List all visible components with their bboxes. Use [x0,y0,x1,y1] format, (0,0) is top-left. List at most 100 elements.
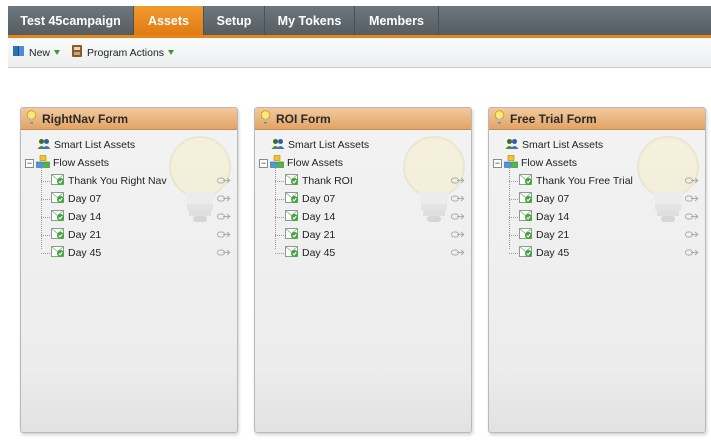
lightbulb-icon [260,110,271,127]
tree-node-label: Smart List Assets [288,139,370,151]
card-title: ROI Form [276,111,331,126]
email-check-icon [285,173,299,189]
flow-asset-item[interactable]: Day 21 [489,226,705,244]
program-actions-icon [70,44,84,61]
asset-card-0: RightNav Form Smart List Assets − Flow Ass… [20,107,238,433]
book-icon [12,44,26,61]
flow-asset-label: Day 07 [68,193,102,205]
tree-node-label: Smart List Assets [54,139,136,151]
flow-asset-label: Day 21 [536,229,570,241]
smart-list-assets-node[interactable]: Smart List Assets [21,136,237,154]
email-check-icon [285,209,299,225]
tab-setup[interactable]: Setup [204,6,265,35]
flow-asset-item[interactable]: Day 14 [489,208,705,226]
tab-assets[interactable]: Assets [134,6,204,35]
link-arrow-icon[interactable] [685,248,699,260]
link-arrow-icon[interactable] [451,194,465,206]
tab-my-tokens[interactable]: My Tokens [265,6,355,35]
people-icon [271,138,285,153]
tree-branch [509,199,518,200]
card-title: RightNav Form [42,111,129,126]
tree-branch [509,181,518,182]
tree-branch [41,253,50,254]
flow-asset-item[interactable]: Day 45 [255,244,471,262]
tree-branch [509,253,518,254]
link-arrow-icon[interactable] [451,248,465,260]
new-label: New [29,46,51,59]
card-header[interactable]: Free Trial Form [489,108,705,130]
flow-asset-item[interactable]: Thank You Right Nav [21,172,237,190]
flow-asset-label: Thank You Free Trial [536,175,633,187]
tree-branch [41,217,50,218]
link-arrow-icon[interactable] [217,194,231,206]
flow-asset-label: Day 14 [302,211,336,223]
tab-bar-filler [439,6,711,35]
link-arrow-icon[interactable] [217,212,231,224]
flow-asset-label: Day 07 [536,193,570,205]
flow-asset-item[interactable]: Day 07 [489,190,705,208]
tree-branch [509,235,518,236]
tree-branch [41,199,50,200]
flow-asset-item[interactable]: Day 07 [255,190,471,208]
flow-asset-item[interactable]: Thank You Free Trial [489,172,705,190]
link-arrow-icon[interactable] [685,212,699,224]
tree-branch [275,253,284,254]
flow-asset-label: Day 14 [536,211,570,223]
link-arrow-icon[interactable] [451,212,465,224]
flow-asset-item[interactable]: Thank ROI [255,172,471,190]
link-arrow-icon[interactable] [451,230,465,242]
smart-list-assets-node[interactable]: Smart List Assets [255,136,471,154]
email-check-icon [519,209,533,225]
tab-members[interactable]: Members [355,6,439,35]
flow-assets-icon [36,155,50,171]
flow-assets-node[interactable]: − Flow Assets [489,154,705,172]
email-check-icon [519,245,533,261]
flow-asset-label: Day 14 [68,211,102,223]
link-arrow-icon[interactable] [685,176,699,188]
email-check-icon [51,227,65,243]
tree-node-label: Flow Assets [521,157,578,169]
chevron-down-icon [54,50,61,55]
toolbar: New Program Actions [8,38,711,68]
asset-card-2: Free Trial Form Smart List Assets − Flow A… [488,107,706,433]
asset-tree: Smart List Assets − Flow Assets Thank You R… [21,130,237,262]
flow-asset-label: Thank You Right Nav [68,175,167,187]
tree-branch [275,235,284,236]
link-arrow-icon[interactable] [217,248,231,260]
email-check-icon [51,209,65,225]
link-arrow-icon[interactable] [685,230,699,242]
tree-branch [275,181,284,182]
tree-branch [275,199,284,200]
flow-asset-label: Day 45 [302,247,336,259]
link-arrow-icon[interactable] [217,230,231,242]
flow-asset-item[interactable]: Day 14 [21,208,237,226]
collapse-toggle-icon[interactable]: − [493,158,502,168]
flow-asset-item[interactable]: Day 21 [21,226,237,244]
card-header[interactable]: RightNav Form [21,108,237,130]
flow-asset-item[interactable]: Day 45 [21,244,237,262]
smart-list-assets-node[interactable]: Smart List Assets [489,136,705,154]
link-arrow-icon[interactable] [217,176,231,188]
tab-program[interactable]: Test 45campaign [8,6,134,35]
lightbulb-icon [26,110,37,127]
link-arrow-icon[interactable] [685,194,699,206]
tree-branch [41,181,50,182]
email-check-icon [285,245,299,261]
flow-assets-node[interactable]: − Flow Assets [255,154,471,172]
flow-assets-node[interactable]: − Flow Assets [21,154,237,172]
collapse-toggle-icon[interactable]: − [25,158,34,168]
flow-asset-item[interactable]: Day 21 [255,226,471,244]
card-title: Free Trial Form [510,111,597,126]
email-check-icon [519,227,533,243]
collapse-toggle-icon[interactable]: − [259,158,268,168]
flow-assets-icon [270,155,284,171]
flow-asset-item[interactable]: Day 14 [255,208,471,226]
new-button[interactable]: New [12,44,61,61]
flow-asset-label: Day 07 [302,193,336,205]
program-actions-button[interactable]: Program Actions [70,44,175,61]
flow-asset-item[interactable]: Day 45 [489,244,705,262]
email-check-icon [519,173,533,189]
card-header[interactable]: ROI Form [255,108,471,130]
flow-asset-item[interactable]: Day 07 [21,190,237,208]
link-arrow-icon[interactable] [451,176,465,188]
